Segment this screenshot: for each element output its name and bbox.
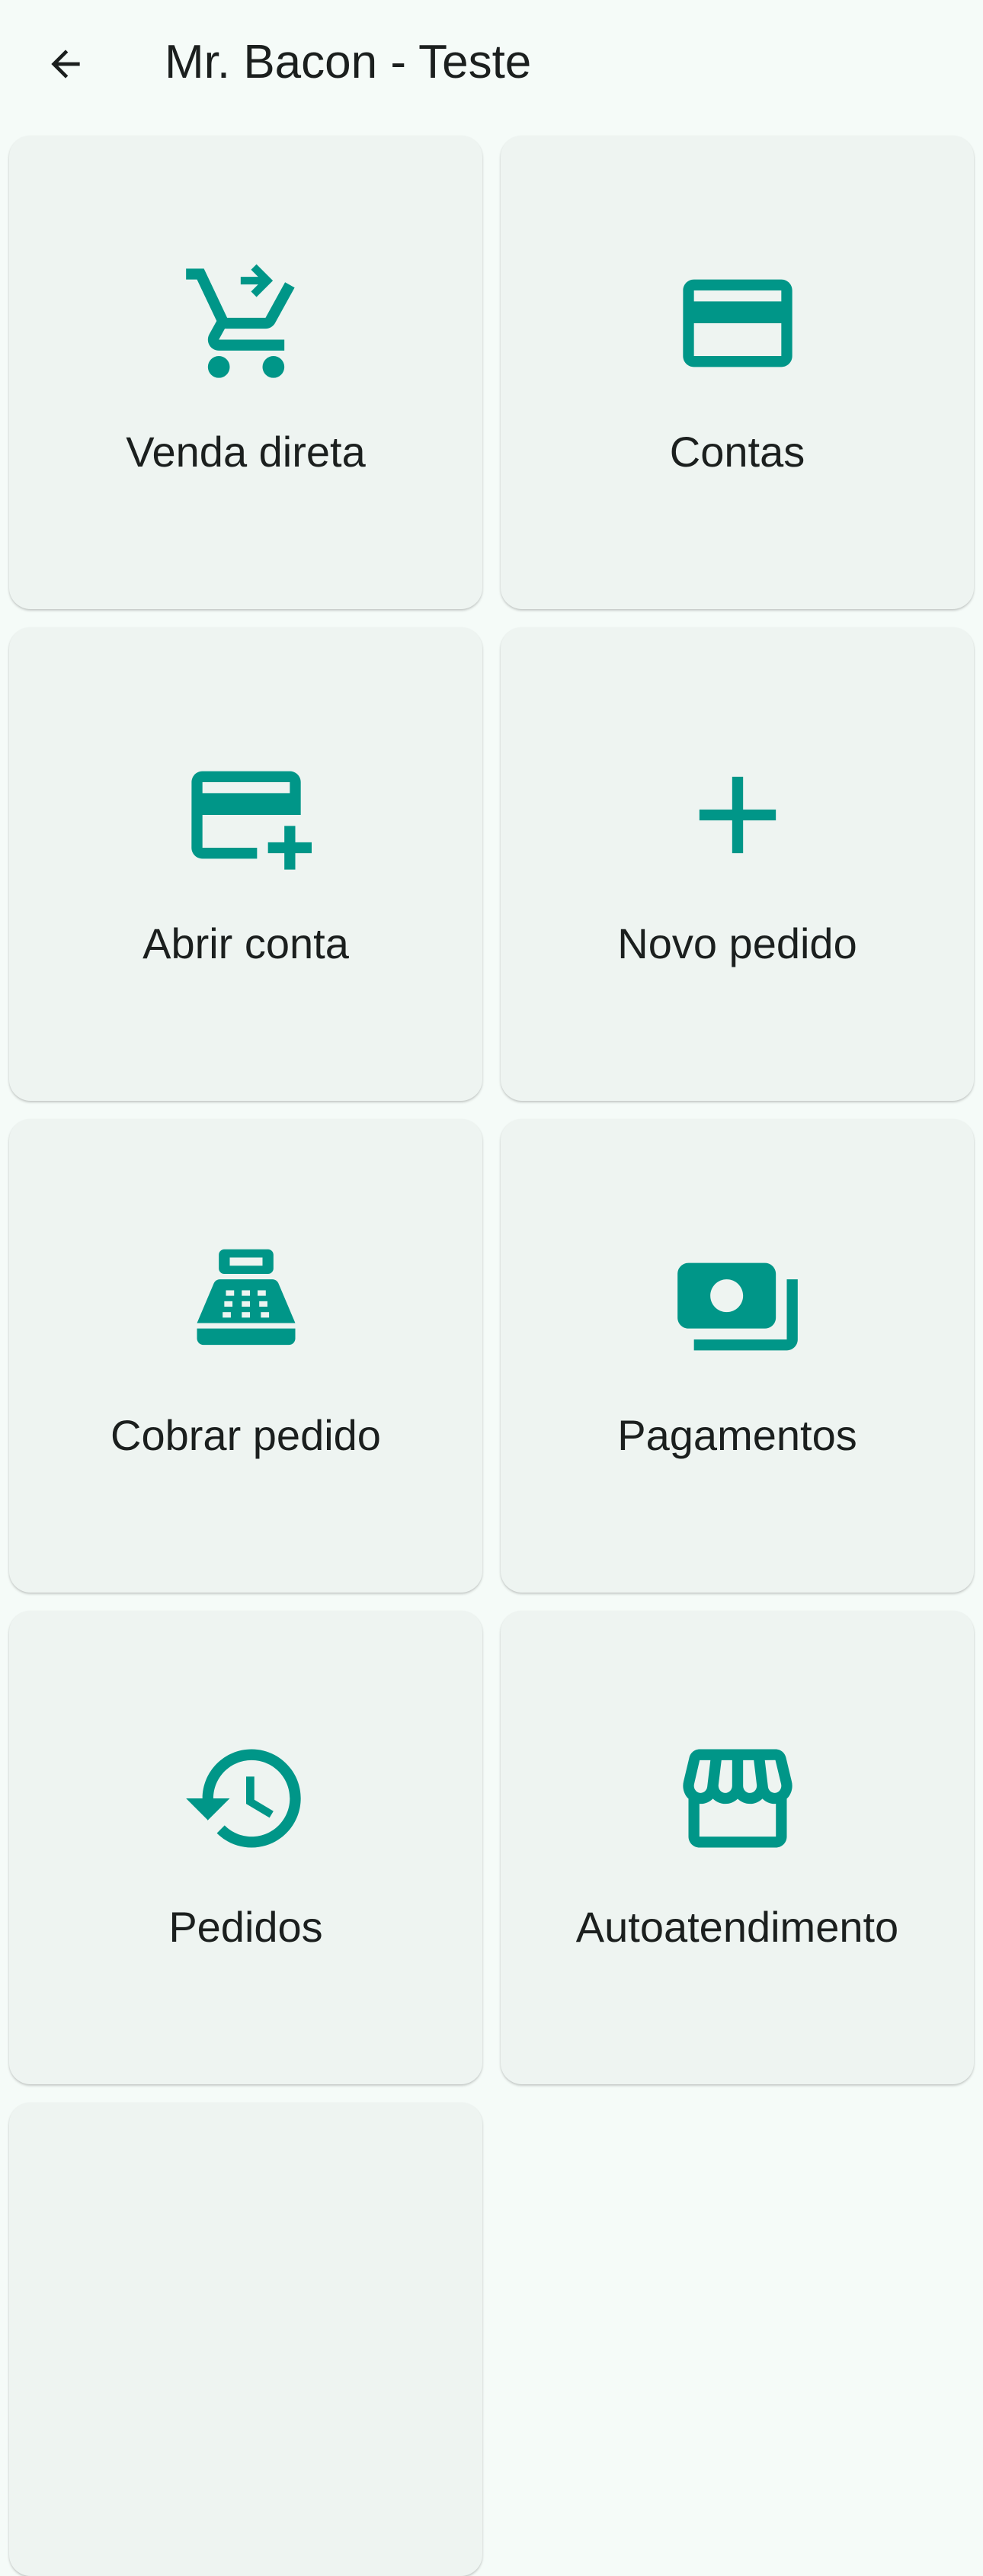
- tile-venda-direta[interactable]: Venda direta: [9, 136, 482, 609]
- storefront-icon: [672, 1733, 803, 1864]
- tile-label: Pagamentos: [617, 1411, 857, 1459]
- page-title: Mr. Bacon - Teste: [165, 36, 532, 88]
- tile-label: Novo pedido: [617, 919, 857, 967]
- tile-label: Contas: [669, 428, 805, 476]
- add-card-icon: [181, 749, 312, 881]
- tile-label: Venda direta: [126, 428, 366, 476]
- payments-icon: [672, 1241, 803, 1372]
- shopping-cart-checkout-icon: [181, 258, 312, 389]
- tile-abrir-conta[interactable]: Abrir conta: [9, 627, 482, 1101]
- tile-pagamentos[interactable]: Pagamentos: [501, 1119, 974, 1593]
- tile-label: Cobrar pedido: [110, 1411, 381, 1459]
- app-bar: Mr. Bacon - Teste: [0, 0, 983, 130]
- arrow-back-icon: [51, 50, 80, 79]
- history-icon: [181, 1733, 312, 1864]
- tile-label: Pedidos: [168, 1903, 323, 1951]
- credit-card-icon: [672, 258, 803, 389]
- plus-icon: [672, 749, 803, 881]
- tile-contas[interactable]: Contas: [501, 136, 974, 609]
- tile-partial[interactable]: [9, 2103, 482, 2576]
- cash-register-icon: [181, 1241, 312, 1372]
- tile-label: Abrir conta: [142, 919, 349, 967]
- tile-autoatendimento[interactable]: Autoatendimento: [501, 1611, 974, 2084]
- tile-novo-pedido[interactable]: Novo pedido: [501, 627, 974, 1101]
- back-button[interactable]: [29, 27, 102, 101]
- tile-cobrar-pedido[interactable]: Cobrar pedido: [9, 1119, 482, 1593]
- tile-label: Autoatendimento: [575, 1903, 899, 1951]
- tile-pedidos[interactable]: Pedidos: [9, 1611, 482, 2084]
